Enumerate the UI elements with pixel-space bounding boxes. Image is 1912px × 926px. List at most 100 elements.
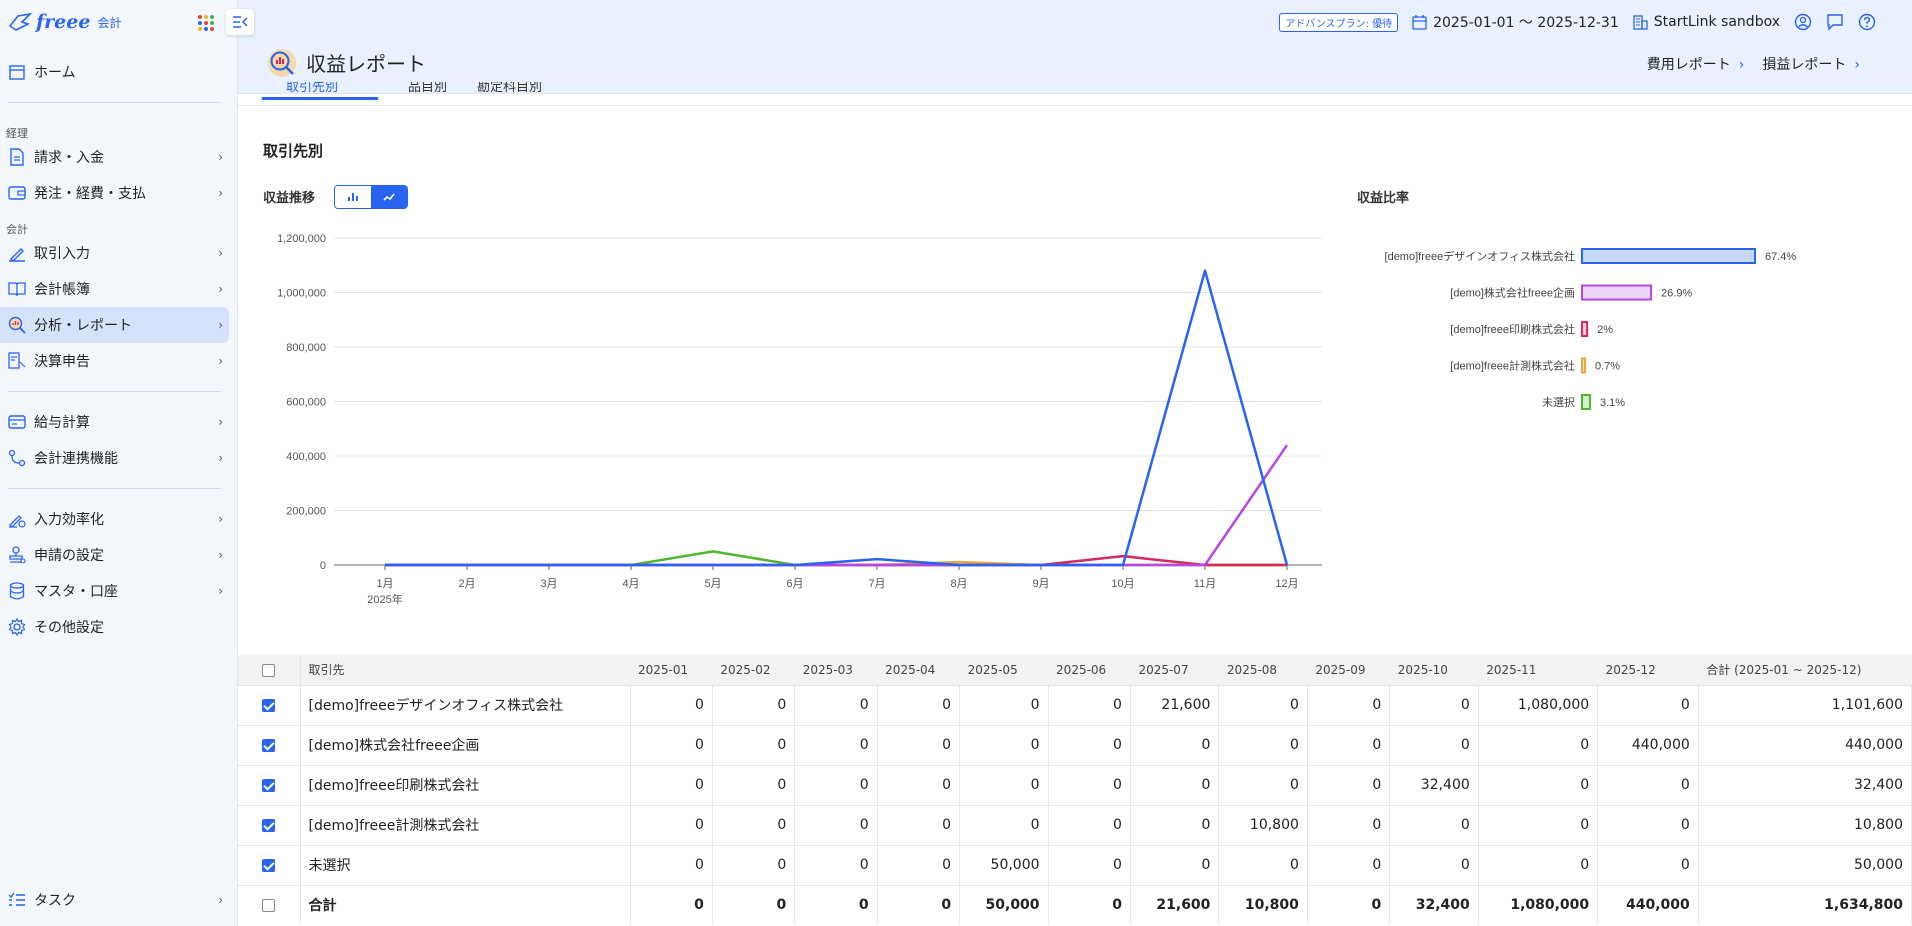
- column-header[interactable]: 2025-06: [1048, 655, 1131, 685]
- y-tick-label: 600,000: [286, 397, 326, 409]
- row-checkbox[interactable]: [262, 698, 276, 712]
- message-icon[interactable]: [1826, 13, 1844, 31]
- row-checkbox[interactable]: [262, 778, 276, 792]
- gear-icon: [8, 618, 26, 636]
- chevron-right-icon: ›: [218, 186, 223, 200]
- column-header[interactable]: 2025-09: [1307, 655, 1390, 685]
- chevron-right-icon: ›: [218, 354, 223, 368]
- y-tick-label: 1,000,000: [277, 288, 326, 300]
- sidebar-collapse-button[interactable]: [226, 9, 254, 35]
- amount-cell: 0: [712, 724, 796, 765]
- line-chart-toggle-button[interactable]: [371, 186, 407, 208]
- amount-cell: 0: [712, 844, 796, 885]
- chevron-right-icon: ›: [1738, 57, 1745, 73]
- amount-cell: 0: [1218, 684, 1308, 725]
- amount-cell: 0: [877, 804, 961, 845]
- sidebar-item-ledger[interactable]: 会計帳簿 ›: [0, 271, 229, 307]
- ratio-bar: [1581, 394, 1591, 410]
- sidebar-item-expense[interactable]: 発注・経費・支払 ›: [0, 175, 229, 211]
- column-header[interactable]: 2025-03: [794, 655, 878, 685]
- sidebar-item-payroll[interactable]: 給与計算 ›: [0, 404, 229, 440]
- amount-cell: 0: [794, 804, 878, 845]
- company-selector[interactable]: StartLink sandbox: [1633, 14, 1780, 30]
- x-tick-label: 8月: [950, 578, 967, 590]
- chevron-right-icon: ›: [218, 893, 223, 907]
- logo-row: freee 会計: [0, 0, 254, 44]
- column-header[interactable]: 2025-12: [1597, 655, 1699, 685]
- sidebar-item-label: 会計帳簿: [34, 282, 90, 298]
- amount-cell: 0: [1130, 764, 1220, 805]
- row-checkbox-cell: [238, 844, 301, 885]
- amount-cell: 0: [1478, 804, 1599, 845]
- amount-cell: 0: [1307, 724, 1391, 765]
- plan-badge[interactable]: アドバンスプラン: 優待: [1279, 12, 1399, 32]
- revenue-table: 取引先 2025-01 2025-02 2025-03 2025-04 2025-05 20…: [238, 655, 1912, 925]
- sidebar-item-integration[interactable]: 会計連携機能 ›: [0, 440, 229, 476]
- row-checkbox[interactable]: [262, 818, 276, 832]
- bird-logo-icon: [8, 12, 32, 31]
- x-tick-label: 9月: [1032, 578, 1049, 590]
- x-tick-label: 7月: [868, 578, 885, 590]
- amount-cell: 0: [1597, 844, 1699, 885]
- tab-account[interactable]: 勘定科目別: [477, 82, 542, 100]
- company-name: StartLink sandbox: [1653, 14, 1780, 30]
- revenue-ratio-chart: [demo]freeeデザインオフィス株式会社 67.4% [demo]株式会社fr…: [1385, 248, 1796, 410]
- sidebar-item-report[interactable]: 分析・レポート ›: [0, 307, 229, 343]
- period-text: 2025-01-01 〜 2025-12-31: [1433, 15, 1619, 31]
- sidebar-item-label: ホーム: [34, 65, 76, 81]
- y-tick-label: 400,000: [286, 451, 326, 463]
- column-header[interactable]: 2025-10: [1389, 655, 1479, 685]
- collapse-icon: [233, 16, 248, 28]
- column-header[interactable]: 合計 (2025-01 ~ 2025-12): [1698, 655, 1912, 685]
- tab-item[interactable]: 品目別: [408, 82, 447, 100]
- ratio-bar: [1581, 284, 1653, 301]
- chevron-right-icon: ›: [218, 451, 223, 465]
- help-icon[interactable]: [1858, 13, 1876, 31]
- column-header[interactable]: 2025-07: [1130, 655, 1219, 685]
- payroll-card-icon: [8, 413, 26, 431]
- amount-cell: 1,080,000: [1478, 884, 1599, 925]
- select-all-checkbox[interactable]: [262, 663, 276, 677]
- chevron-right-icon: ›: [218, 246, 223, 260]
- freee-logo[interactable]: freee 会計: [8, 11, 121, 33]
- column-header[interactable]: 2025-11: [1478, 655, 1598, 685]
- amount-cell: 0: [1048, 804, 1131, 845]
- sidebar-item-approval[interactable]: 申請の設定 ›: [0, 537, 229, 573]
- amount-cell: 50,000: [1698, 844, 1912, 885]
- sidebar-item-master[interactable]: マスタ・口座 ›: [0, 573, 229, 609]
- amount-cell: 0: [794, 764, 878, 805]
- period-selector[interactable]: 2025-01-01 〜 2025-12-31: [1412, 12, 1619, 32]
- sidebar-item-invoice[interactable]: 請求・入金 ›: [0, 139, 229, 175]
- tab-partner[interactable]: 取引先別: [262, 82, 378, 100]
- expense-report-link[interactable]: 費用レポート ›: [1647, 54, 1745, 74]
- user-icon[interactable]: [1794, 13, 1812, 31]
- column-header-partner[interactable]: 取引先: [300, 655, 630, 685]
- report-magnifier-icon: [8, 316, 26, 334]
- sidebar-item-other-settings[interactable]: その他設定: [0, 609, 229, 645]
- table-total-row: 合計 0 0 0 0 50,000 0 21,600 10,800 0 32,400 1,080,00…: [238, 884, 1912, 925]
- column-header[interactable]: 2025-01: [630, 655, 713, 685]
- pl-report-link[interactable]: 損益レポート ›: [1762, 54, 1860, 74]
- x-tick-label: 5月: [704, 578, 721, 590]
- column-header[interactable]: 2025-02: [712, 655, 795, 685]
- sidebar-item-task[interactable]: タスク ›: [0, 882, 229, 918]
- amount-cell: 0: [630, 684, 713, 725]
- sidebar-item-efficiency[interactable]: 入力効率化 ›: [0, 501, 229, 537]
- building-icon: [1633, 14, 1648, 30]
- column-header[interactable]: 2025-04: [877, 655, 960, 685]
- row-checkbox[interactable]: [262, 898, 276, 912]
- column-header[interactable]: 2025-05: [959, 655, 1049, 685]
- row-checkbox[interactable]: [262, 858, 276, 872]
- sidebar-item-transaction[interactable]: 取引入力 ›: [0, 235, 229, 271]
- sidebar-item-home[interactable]: ホーム: [0, 54, 229, 90]
- amount-cell: 50,000: [959, 884, 1049, 925]
- apps-grid-icon[interactable]: [198, 15, 214, 31]
- amount-cell: 0: [1218, 764, 1308, 805]
- column-header[interactable]: 2025-08: [1218, 655, 1308, 685]
- amount-cell: 0: [794, 684, 878, 725]
- row-checkbox[interactable]: [262, 738, 276, 752]
- sidebar-item-closing[interactable]: 決算申告 ›: [0, 343, 229, 379]
- bar-chart-toggle-button[interactable]: [335, 186, 371, 208]
- chevron-right-icon: ›: [218, 415, 223, 429]
- amount-cell: 0: [630, 844, 713, 885]
